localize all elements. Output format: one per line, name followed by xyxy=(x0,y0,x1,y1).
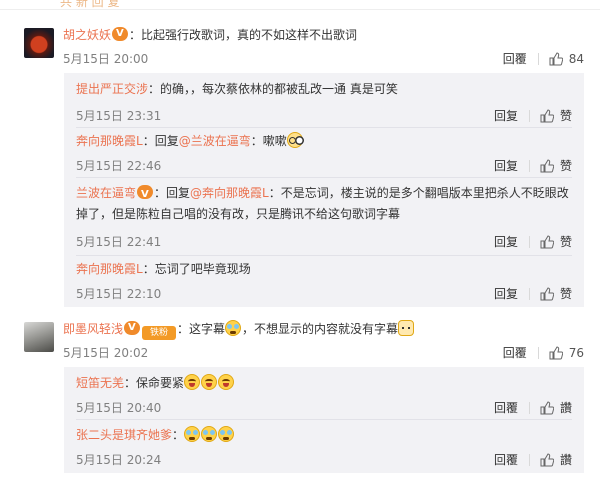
crying-emoji-icon xyxy=(201,426,218,442)
reply-timestamp: 5月15日 20:24 xyxy=(76,453,162,467)
previous-content-edge: 共 新 回 复 xyxy=(0,0,600,10)
reply-username[interactable]: 兰波在逼弯 xyxy=(76,186,136,200)
like-label[interactable]: 讚 xyxy=(560,451,572,468)
thumbs-up-icon[interactable] xyxy=(540,234,555,249)
comment-text: ：比起强行改歌词，真的不如这样不出歌词 xyxy=(129,28,358,42)
divider xyxy=(76,127,572,128)
reply-username[interactable]: 提出严正交涉 xyxy=(76,82,148,96)
comment-text-line: 胡之妖妖 ：比起强行改歌词，真的不如这样不出歌词 xyxy=(63,26,358,43)
thumbs-up-icon[interactable] xyxy=(540,286,555,301)
laughing-emoji-icon xyxy=(201,374,218,390)
divider xyxy=(528,235,530,248)
like-label[interactable]: 赞 xyxy=(560,107,572,124)
vip-badge-icon xyxy=(137,184,154,205)
reply-timestamp: 5月15日 22:41 xyxy=(76,235,162,249)
reply-timestamp: 5月15日 20:40 xyxy=(76,401,162,415)
comment-timestamp: 5月15日 20:00 xyxy=(63,52,149,66)
cat-emoji-icon xyxy=(398,320,415,336)
reply-text: ：保命要紧 xyxy=(124,376,185,390)
reply-item: 兰波在逼弯：回复@奔向那晚霞L：不是忘词，楼主说的是多个翻唱版本里把杀人不眨眼改… xyxy=(76,181,572,256)
divider xyxy=(528,287,530,300)
reply-prefix: ：回复 xyxy=(154,186,191,200)
like-label[interactable]: 讚 xyxy=(560,399,572,416)
reply-text: ：嗽嗽 xyxy=(250,134,287,148)
crying-emoji-icon xyxy=(218,426,235,442)
reply-username[interactable]: 奔向那晚霞L xyxy=(76,134,143,148)
reply-prefix: ：回复 xyxy=(142,134,179,148)
reply-text: ： xyxy=(172,428,185,442)
thumbs-up-icon[interactable] xyxy=(549,345,563,360)
reply-item: 奔向那晚霞L：忘词了吧毕竟现场 5月15日 22:10 回复 赞 xyxy=(76,257,572,301)
reply-button[interactable]: 回复 xyxy=(494,157,518,174)
mention-link[interactable]: @奔向那晚霞L xyxy=(190,186,269,200)
glasses-emoji-icon xyxy=(286,132,303,148)
divider xyxy=(528,109,530,122)
reply-button[interactable]: 回复 xyxy=(494,233,518,250)
divider xyxy=(528,453,530,466)
previous-reply-fragment: 共 新 回 复 xyxy=(60,0,120,9)
comment-text-line: 即墨风轻浅 铁粉：这字幕 ，不想显示的内容就没有字幕 xyxy=(63,320,415,340)
comment-username[interactable]: 胡之妖妖 xyxy=(63,28,111,42)
comment-text-continued: ，不想显示的内容就没有字幕 xyxy=(242,322,399,336)
like-count: 76 xyxy=(568,345,584,360)
reply-list: 提出严正交涉：的确，，每次蔡依林的都被乱改一通 真是可笑 5月15日 23:31… xyxy=(64,73,584,307)
reply-item: 张二头是琪齐她爹： 5月15日 20:24 回覆 讚 xyxy=(76,423,572,467)
avatar[interactable] xyxy=(24,322,54,352)
like-label[interactable]: 赞 xyxy=(560,285,572,302)
thumbs-up-icon[interactable] xyxy=(540,400,555,415)
laughing-emoji-icon xyxy=(218,374,235,390)
fan-badge: 铁粉 xyxy=(142,326,177,340)
comment-username[interactable]: 即墨风轻浅 xyxy=(63,322,123,336)
thumbs-up-icon[interactable] xyxy=(540,108,555,123)
thumbs-up-icon[interactable] xyxy=(540,452,555,467)
reply-button[interactable]: 回覆 xyxy=(503,50,527,67)
reply-timestamp: 5月15日 22:10 xyxy=(76,287,162,301)
thumbs-up-icon[interactable] xyxy=(540,158,555,173)
thumbs-up-icon[interactable] xyxy=(549,51,563,66)
reply-button[interactable]: 回复 xyxy=(494,285,518,302)
reply-item: 提出严正交涉：的确，，每次蔡依林的都被乱改一通 真是可笑 5月15日 23:31… xyxy=(76,77,572,128)
reply-timestamp: 5月15日 23:31 xyxy=(76,109,162,123)
reply-item: 短笛无羌：保命要紧 5月15日 20:40 回覆 讚 xyxy=(76,371,572,420)
divider xyxy=(528,401,530,414)
comment-actions: 回覆 76 xyxy=(503,344,584,361)
like-count: 84 xyxy=(568,51,584,66)
crying-emoji-icon xyxy=(184,426,201,442)
reply-list: 短笛无羌：保命要紧 5月15日 20:40 回覆 讚 张二头是琪齐她爹： 5月1… xyxy=(64,367,584,473)
divider xyxy=(76,419,572,420)
crying-emoji-icon xyxy=(225,320,242,336)
like-label[interactable]: 赞 xyxy=(560,157,572,174)
vip-badge-icon xyxy=(124,320,141,336)
divider xyxy=(528,159,530,172)
reply-item: 奔向那晚霞L：回复@兰波在逼弯：嗽嗽 5月15日 22:46 回复 赞 xyxy=(76,129,572,178)
reply-button[interactable]: 回覆 xyxy=(503,344,527,361)
comment-text: ：这字幕 xyxy=(177,322,226,336)
divider xyxy=(537,346,539,359)
comment-actions: 回覆 84 xyxy=(503,50,584,67)
vip-badge-icon xyxy=(112,26,129,42)
like-label[interactable]: 赞 xyxy=(560,233,572,250)
reply-button[interactable]: 回覆 xyxy=(494,399,518,416)
avatar[interactable] xyxy=(24,28,54,58)
mention-link[interactable]: @兰波在逼弯 xyxy=(179,134,251,148)
laughing-emoji-icon xyxy=(184,374,201,390)
divider xyxy=(76,255,572,256)
reply-button[interactable]: 回覆 xyxy=(494,451,518,468)
reply-username[interactable]: 奔向那晚霞L xyxy=(76,262,143,276)
divider xyxy=(76,177,572,178)
reply-text: ：的确，，每次蔡依林的都被乱改一通 真是可笑 xyxy=(148,82,398,96)
reply-text: ：忘词了吧毕竟现场 xyxy=(142,262,251,276)
reply-username[interactable]: 短笛无羌 xyxy=(76,376,124,390)
comment-timestamp: 5月15日 20:02 xyxy=(63,346,149,360)
reply-timestamp: 5月15日 22:46 xyxy=(76,159,162,173)
reply-button[interactable]: 回复 xyxy=(494,107,518,124)
reply-username[interactable]: 张二头是琪齐她爹 xyxy=(76,428,172,442)
divider xyxy=(537,52,539,65)
